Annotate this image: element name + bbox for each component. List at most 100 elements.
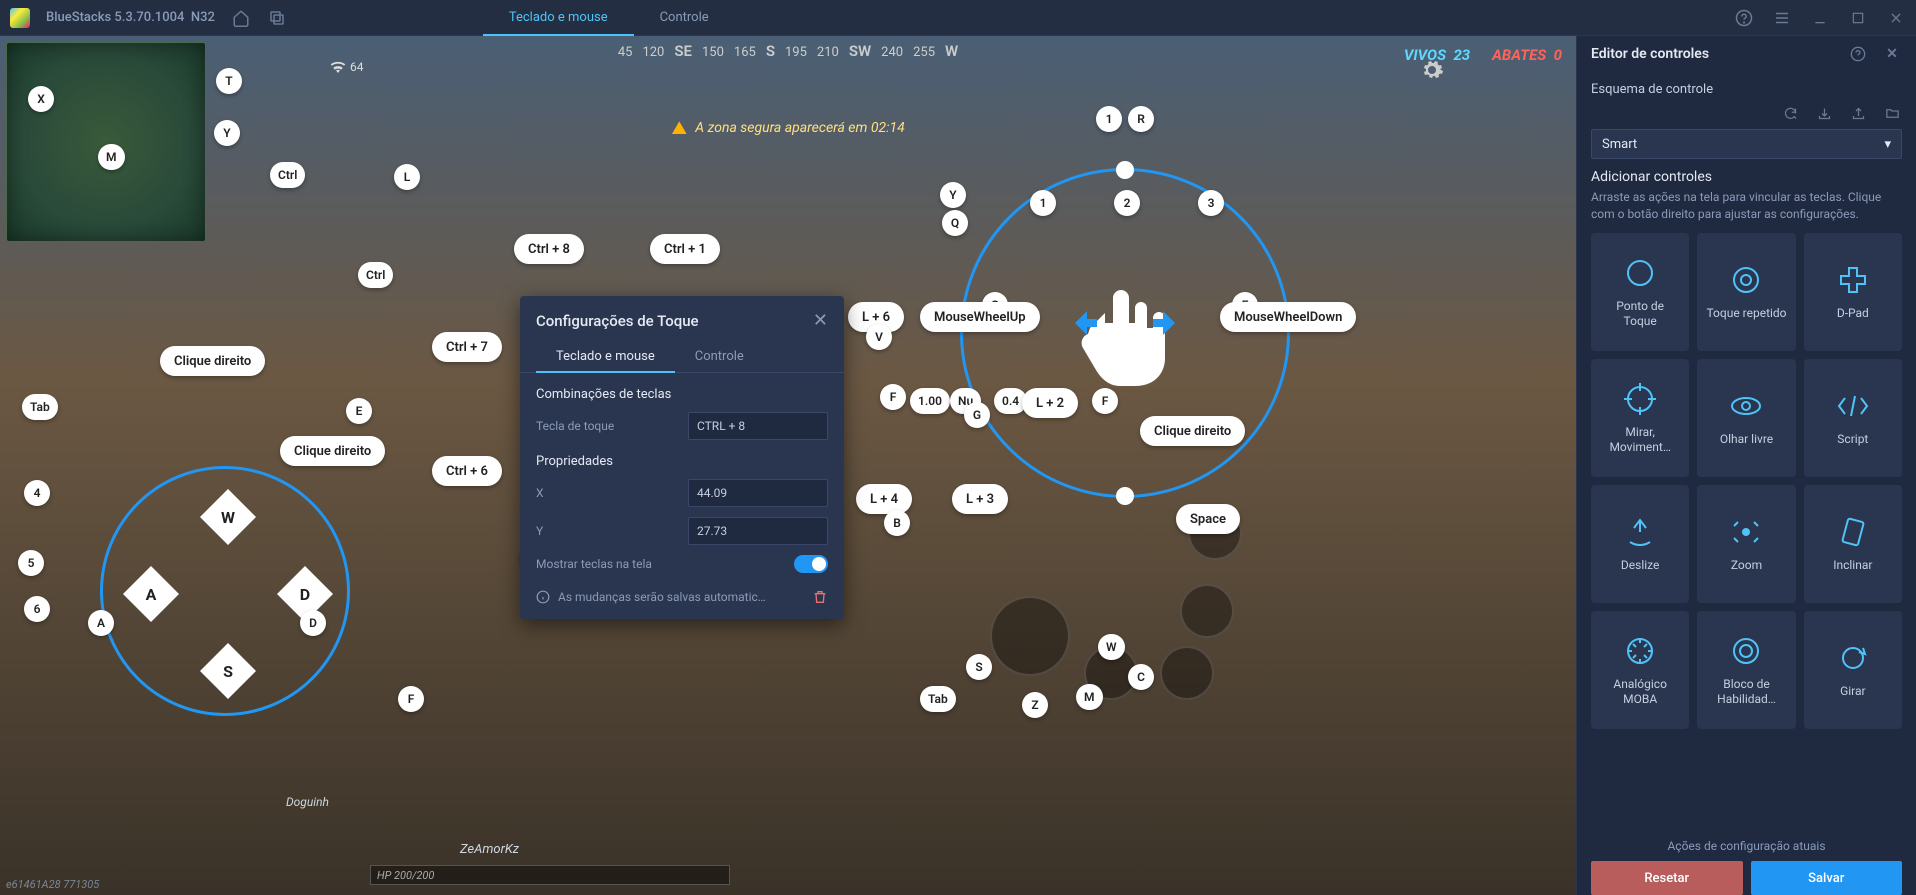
key-wb[interactable]: W — [1098, 634, 1125, 660]
x-input[interactable] — [688, 479, 828, 507]
control-card-repeat[interactable]: Toque repetido — [1697, 233, 1795, 351]
key-qb[interactable]: Q — [942, 210, 968, 236]
key-ctrl[interactable]: Ctrl — [270, 162, 305, 188]
key-gb[interactable]: G — [964, 402, 990, 428]
key-2[interactable]: 2 — [1114, 190, 1140, 216]
export-icon[interactable] — [1848, 103, 1868, 123]
key-ctrl6[interactable]: Ctrl + 6 — [432, 456, 502, 486]
key-rightclick[interactable]: Clique direito — [160, 346, 265, 376]
key-ctrl-b[interactable]: Ctrl — [358, 262, 393, 288]
control-card-moba[interactable]: Analógico MOBA — [1591, 611, 1689, 729]
key-4[interactable]: 4 — [24, 480, 50, 506]
open-folder-icon[interactable] — [1882, 103, 1902, 123]
game-viewport[interactable]: 64 45120 SE 150165 S 195210 SW 240255 W … — [0, 36, 1576, 895]
key-l4[interactable]: L + 4 — [856, 484, 912, 514]
key-tabb[interactable]: Tab — [920, 686, 956, 712]
key-l[interactable]: L — [394, 164, 420, 190]
dpad-a[interactable]: A — [123, 566, 179, 622]
dpad-control-ring[interactable]: W A D S — [100, 466, 350, 716]
swipe-handle-bottom[interactable] — [1116, 487, 1134, 505]
close-icon[interactable]: ✕ — [813, 310, 828, 331]
import-icon[interactable] — [1814, 103, 1834, 123]
scheme-select[interactable]: Smart ▾ — [1591, 129, 1902, 159]
key-c[interactable]: C — [1128, 664, 1154, 690]
key-a[interactable]: A — [88, 610, 114, 636]
close-window-icon[interactable] — [1886, 8, 1906, 28]
key-ctrl8[interactable]: Ctrl + 8 — [514, 234, 584, 264]
minimap[interactable] — [6, 42, 206, 242]
key-l2[interactable]: L + 2 — [1022, 388, 1078, 418]
key-6[interactable]: 6 — [24, 596, 50, 622]
key-m[interactable]: M — [98, 144, 125, 170]
key-tab[interactable]: Tab — [22, 394, 58, 420]
key-rightclick-c[interactable]: Clique direito — [1140, 416, 1245, 446]
key-yb[interactable]: Y — [940, 182, 966, 208]
key-x[interactable]: X — [28, 86, 54, 112]
tab-controller[interactable]: Controle — [634, 0, 735, 36]
popup-tab-keyboard[interactable]: Teclado e mouse — [536, 341, 675, 372]
settings-gear-icon[interactable] — [1420, 58, 1444, 82]
control-card-tilt[interactable]: Inclinar — [1804, 485, 1902, 603]
recent-apps-icon[interactable] — [267, 8, 287, 28]
popup-tab-controller[interactable]: Controle — [675, 341, 764, 372]
key-mwd[interactable]: MouseWheelDown — [1220, 302, 1356, 332]
key-mwu[interactable]: MouseWheelUp — [920, 302, 1040, 332]
control-card-aim[interactable]: Mirar, Moviment… — [1591, 359, 1689, 477]
key-sb[interactable]: S — [966, 654, 992, 680]
y-input[interactable] — [688, 517, 828, 545]
swipe-handle-top[interactable] — [1116, 161, 1134, 179]
control-card-label: D-Pad — [1837, 306, 1869, 320]
key-fc[interactable]: F — [880, 384, 906, 410]
key-1[interactable]: 1 — [1030, 190, 1056, 216]
key-3[interactable]: 3 — [1198, 190, 1224, 216]
action-slot[interactable] — [1160, 646, 1214, 700]
control-card-rotate[interactable]: Girar — [1804, 611, 1902, 729]
show-keys-toggle[interactable] — [794, 555, 828, 573]
control-card-tap[interactable]: Ponto de Toque — [1591, 233, 1689, 351]
swipe-control-ring[interactable] — [960, 168, 1290, 498]
key-5[interactable]: 5 — [18, 550, 44, 576]
key-t[interactable]: T — [216, 68, 242, 94]
key-y[interactable]: Y — [214, 120, 240, 146]
control-card-zoom[interactable]: Zoom — [1697, 485, 1795, 603]
help-icon[interactable] — [1734, 8, 1754, 28]
key-d[interactable]: D — [300, 610, 326, 636]
tab-keyboard-mouse[interactable]: Teclado e mouse — [483, 0, 634, 36]
reset-button[interactable]: Resetar — [1591, 861, 1743, 895]
maximize-icon[interactable] — [1848, 8, 1868, 28]
key-z[interactable]: Z — [1022, 692, 1048, 718]
control-card-look[interactable]: Olhar livre — [1697, 359, 1795, 477]
key-f[interactable]: F — [398, 686, 424, 712]
key-v[interactable]: V — [866, 324, 892, 350]
control-card-script[interactable]: Script — [1804, 359, 1902, 477]
control-card-swipe[interactable]: Deslize — [1591, 485, 1689, 603]
key-fd[interactable]: F — [1092, 388, 1118, 414]
key-r[interactable]: R — [1128, 106, 1154, 132]
close-sidebar-icon[interactable]: ✕ — [1882, 44, 1902, 64]
minimize-icon[interactable] — [1810, 8, 1830, 28]
key-val1[interactable]: 1.00 — [910, 388, 950, 414]
help-icon[interactable] — [1848, 44, 1868, 64]
key-rightclick-b[interactable]: Clique direito — [280, 436, 385, 466]
dpad-w[interactable]: W — [200, 489, 256, 545]
action-slot[interactable] — [1180, 584, 1234, 638]
control-card-dpad[interactable]: D-Pad — [1804, 233, 1902, 351]
dpad-s[interactable]: S — [200, 643, 256, 699]
delete-icon[interactable] — [812, 589, 828, 605]
key-e[interactable]: E — [346, 398, 372, 424]
touch-key-input[interactable] — [688, 412, 828, 440]
key-space[interactable]: Space — [1176, 504, 1240, 534]
home-icon[interactable] — [231, 8, 251, 28]
key-1a[interactable]: 1 — [1096, 106, 1122, 132]
key-l3[interactable]: L + 3 — [952, 484, 1008, 514]
control-card-label: Bloco de Habilidad… — [1705, 677, 1787, 706]
key-ctrl1[interactable]: Ctrl + 1 — [650, 234, 720, 264]
key-mb[interactable]: M — [1076, 684, 1103, 710]
control-card-skill[interactable]: Bloco de Habilidad… — [1697, 611, 1795, 729]
action-slot[interactable] — [990, 596, 1070, 676]
save-button[interactable]: Salvar — [1751, 861, 1903, 895]
sync-icon[interactable] — [1780, 103, 1800, 123]
menu-icon[interactable] — [1772, 8, 1792, 28]
key-b[interactable]: B — [884, 510, 910, 536]
key-ctrl7[interactable]: Ctrl + 7 — [432, 332, 502, 362]
